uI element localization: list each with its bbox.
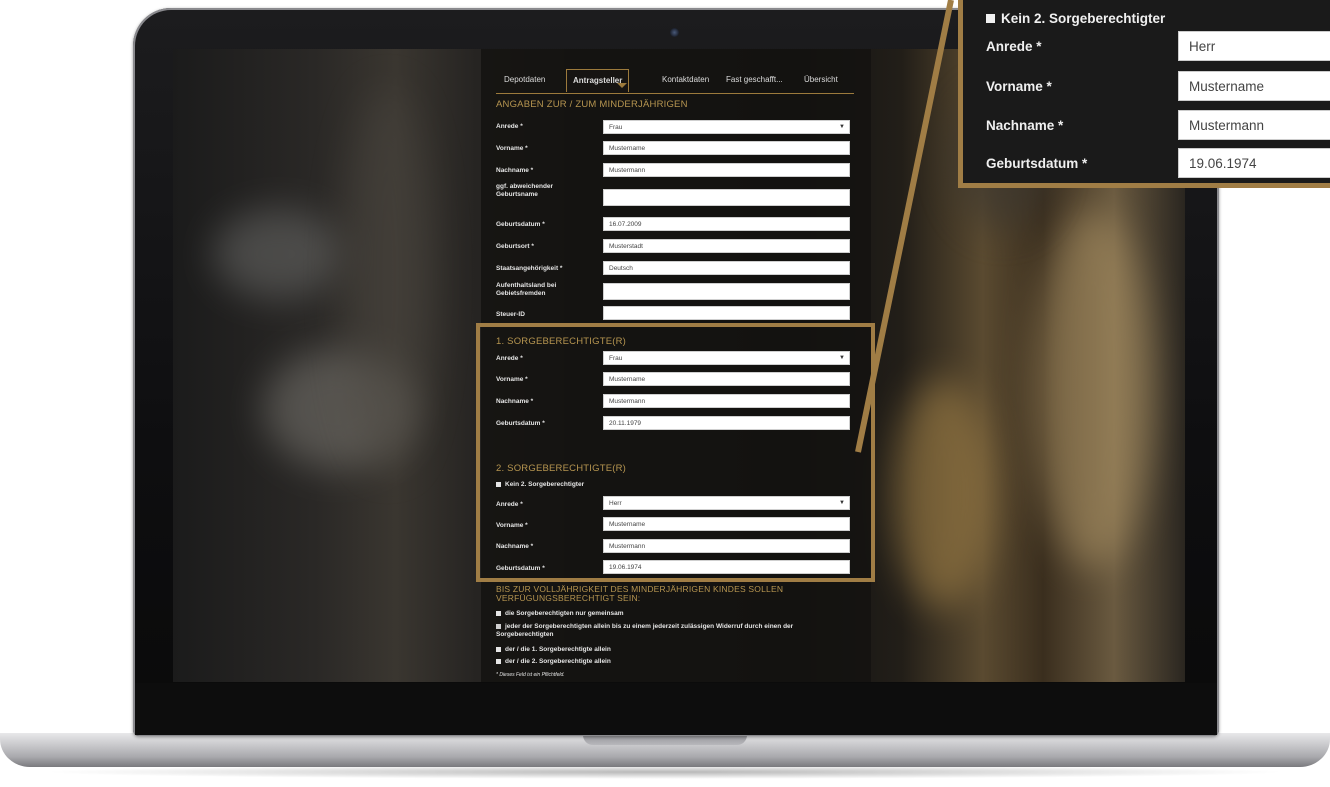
callout-checkbox-no-guardian2[interactable]: Kein 2. Sorgeberechtigter (986, 11, 1165, 26)
label-staatsangehoerigkeit: Staatsangehörigkeit * (496, 265, 563, 272)
section-heading-authority: BIS ZUR VOLLJÄHRIGKEIT DES MINDERJÄHRIGE… (496, 584, 784, 603)
zoom-callout: Kein 2. Sorgeberechtigter Anrede * Herr … (958, 0, 1330, 188)
checkbox-checked-icon (496, 623, 501, 629)
input-geburtsdatum[interactable]: 16.07.2009 (603, 217, 850, 231)
required-footnote: * Dieses Feld ist ein Pflichtfeld. (496, 672, 565, 678)
tab-depotdaten[interactable]: Depotdaten (504, 75, 545, 84)
step-tabs: Depotdaten Antragsteller Kontaktdaten Fa… (496, 69, 854, 94)
tab-uebersicht[interactable]: Übersicht (804, 75, 838, 84)
highlight-frame (476, 323, 875, 582)
callout-label-geburtsdatum: Geburtsdatum * (986, 156, 1088, 171)
checkbox-icon (496, 658, 501, 664)
option-authority-guardian1[interactable]: der / die 1. Sorgeberechtigte allein (496, 646, 611, 653)
label-vorname: Vorname * (496, 145, 528, 152)
input-geburtsname[interactable] (603, 189, 850, 206)
label-anrede: Anrede * (496, 123, 523, 130)
input-staatsangehoerigkeit[interactable]: Deutsch (603, 261, 850, 275)
callout-label-vorname: Vorname * (986, 79, 1052, 94)
checkbox-icon (986, 13, 995, 23)
label-geburtsdatum: Geburtsdatum * (496, 221, 545, 228)
checkbox-icon (496, 610, 501, 616)
input-vorname[interactable]: Mustername (603, 141, 850, 155)
callout-label-nachname: Nachname * (986, 118, 1064, 133)
callout-input-geburtsdatum[interactable]: 19.06.1974 (1178, 148, 1330, 178)
label-aufenthaltsland: Aufenthaltsland bei Gebietsfremden (496, 282, 557, 297)
laptop-bezel-bottom (135, 683, 1217, 735)
input-steuer-id[interactable] (603, 306, 850, 320)
tab-kontaktdaten[interactable]: Kontaktdaten (662, 75, 709, 84)
callout-select-anrede[interactable]: Herr (1178, 31, 1330, 61)
section-heading-minor: ANGABEN ZUR / ZUM MINDERJÄHRIGEN (496, 99, 688, 110)
active-tab-caret-icon (617, 83, 627, 88)
input-aufenthaltsland[interactable] (603, 283, 850, 300)
option-authority-jointly[interactable]: die Sorgeberechtigten nur gemeinsam (496, 610, 623, 617)
laptop-shadow (40, 765, 1290, 779)
tab-antragsteller[interactable]: Antragsteller (566, 69, 630, 92)
label-geburtsort: Geburtsort * (496, 243, 534, 250)
tab-fast-geschafft[interactable]: Fast geschafft... (726, 75, 783, 84)
callout-input-nachname[interactable]: Mustermann (1178, 110, 1330, 140)
option-authority-each-alone[interactable]: jeder der Sorgeberechtigten allein bis z… (496, 623, 836, 639)
select-anrede[interactable]: Frau ▼ (603, 120, 850, 134)
input-geburtsort[interactable]: Musterstadt (603, 239, 850, 253)
checkbox-icon (496, 646, 501, 652)
camera-icon (670, 28, 679, 37)
label-nachname: Nachname * (496, 167, 534, 174)
label-geburtsname: ggf. abweichender Geburtsname (496, 183, 554, 198)
callout-input-vorname[interactable]: Mustername (1178, 71, 1330, 101)
option-authority-guardian2[interactable]: der / die 2. Sorgeberechtigte allein (496, 658, 611, 665)
callout-label-anrede: Anrede * (986, 39, 1042, 54)
chevron-down-icon: ▼ (839, 124, 845, 130)
label-steuer-id: Steuer-ID (496, 311, 525, 318)
input-nachname[interactable]: Mustermann (603, 163, 850, 177)
